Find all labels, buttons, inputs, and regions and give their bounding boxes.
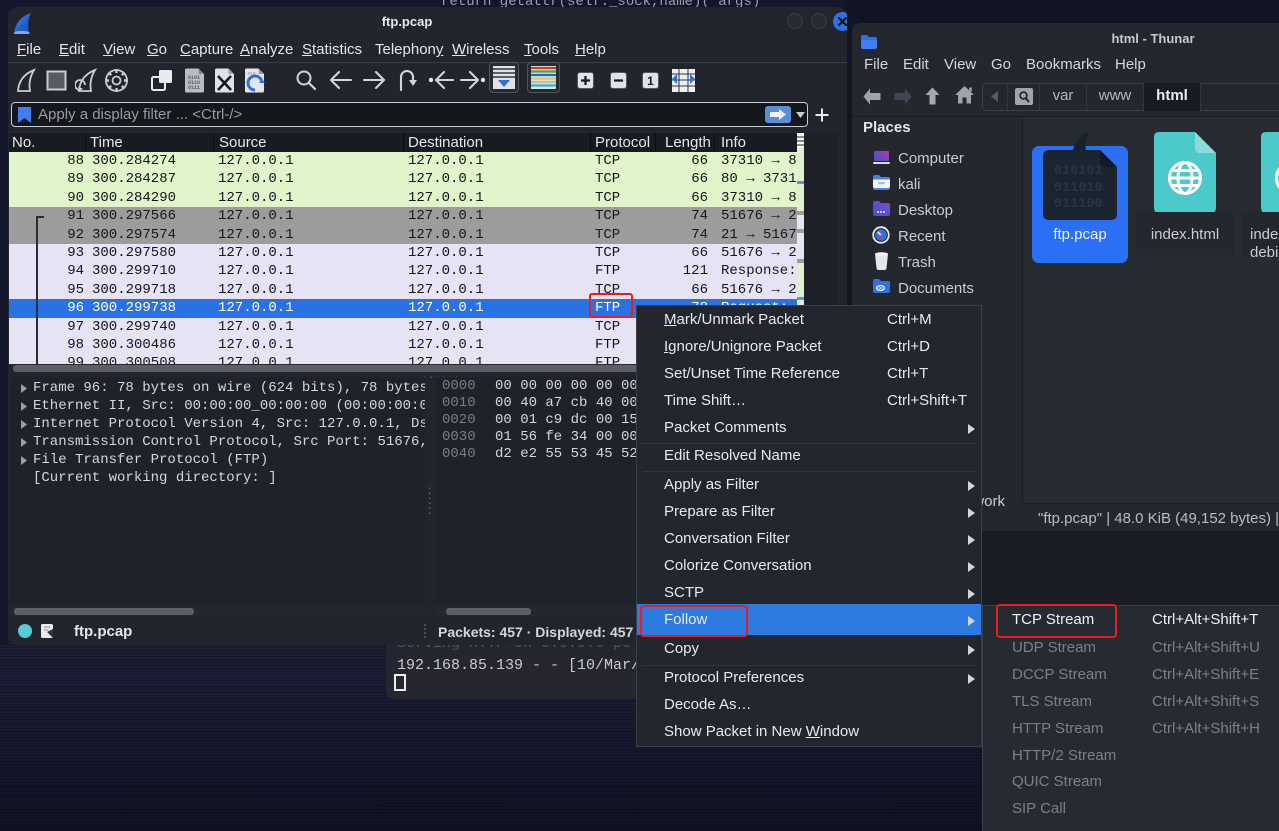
svg-text:011100: 011100 — [1054, 197, 1103, 212]
svg-text:010101: 010101 — [1054, 164, 1103, 179]
svg-text:0111: 0111 — [188, 85, 200, 91]
svg-text:1: 1 — [647, 74, 654, 88]
svg-text:011010: 011010 — [1054, 181, 1103, 196]
